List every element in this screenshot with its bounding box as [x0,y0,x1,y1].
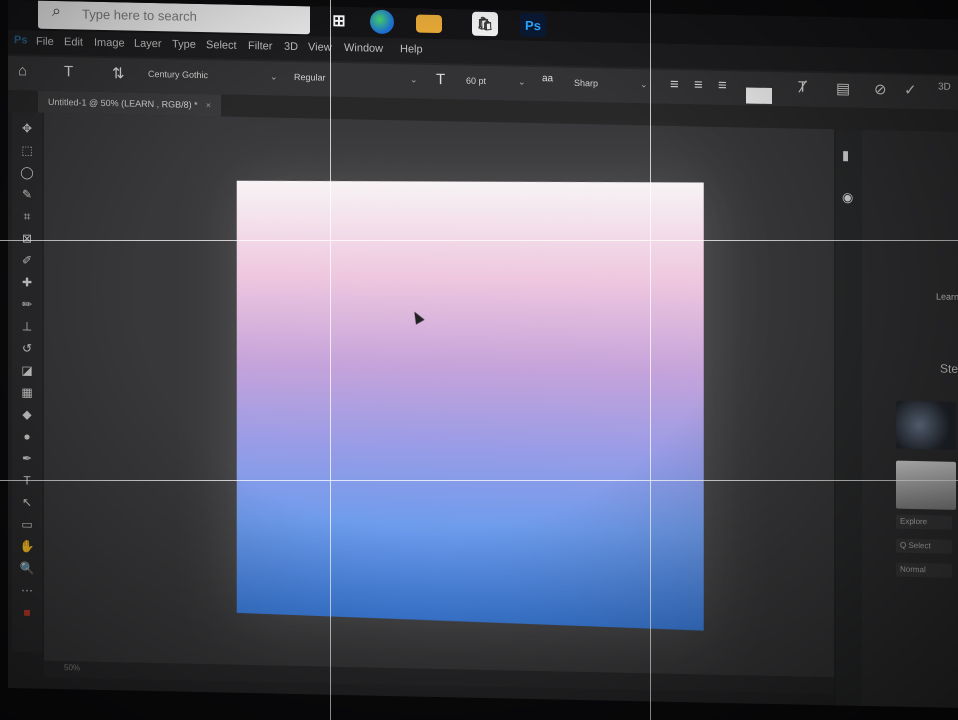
quick-select-button[interactable]: Q Select [896,538,952,554]
antialias-icon: aa [542,73,554,85]
close-icon[interactable]: × [206,100,211,110]
character-panel-icon[interactable]: ▤ [836,79,850,97]
search-placeholder: Type here to search [82,6,197,24]
dodge-icon[interactable]: ● [18,428,36,444]
menu-edit[interactable]: Edit [64,36,83,48]
camera-grid-line [330,0,331,720]
menu-window[interactable]: Window [344,42,383,55]
camera-grid-line [0,240,958,241]
photoshop-taskbar-icon[interactable]: Ps [520,12,546,38]
hand-icon[interactable]: ✋ [18,538,36,554]
blur-icon[interactable]: ◆ [18,406,36,422]
tools-panel: ✥⬚◯✎⌗⊠✐✚✏⊥↺◪▦◆●✒T↖▭✋🔍⋯■ [12,112,42,653]
menu-select[interactable]: Select [206,39,237,52]
commit-check-icon[interactable]: ✓ [904,81,917,99]
mouse-cursor-icon [410,309,425,325]
chevron-down-icon[interactable]: ⌄ [270,71,278,82]
gradient-artboard[interactable] [236,180,704,631]
gradient-icon[interactable]: ▦ [18,384,36,400]
align-center-icon[interactable]: ≡ [694,76,703,93]
lasso-icon[interactable]: ◯ [18,164,36,180]
learn-panel-icon[interactable]: ◉ [842,189,853,205]
menu-layer[interactable]: Layer [134,38,162,51]
chevron-down-icon[interactable]: ⌄ [640,79,648,90]
more-icon[interactable]: ⋯ [18,582,36,598]
canvas-workspace[interactable] [44,112,834,678]
eraser-icon[interactable]: ◪ [18,362,36,378]
stamp-icon[interactable]: ⊥ [18,318,36,334]
home-icon[interactable]: ⌂ [18,62,27,79]
file-explorer-icon[interactable] [416,14,442,34]
frame-icon[interactable]: ⊠ [18,230,36,246]
dock-icon-strip: ▮ ◉ [836,129,862,706]
right-panel-dock: ▮ ◉ Learn Ste Explore Q Select Normal [836,129,958,708]
eyedropper-icon[interactable]: ✐ [18,252,36,268]
quick-select-icon[interactable]: ✎ [18,186,36,202]
blend-mode-select[interactable]: Normal [896,562,952,578]
camera-grid-line [0,480,958,481]
tutorial-thumbnail[interactable] [896,460,956,510]
path-select-icon[interactable]: ↖ [18,494,36,510]
menu-filter[interactable]: Filter [248,40,272,53]
photoshop-screen: ⌕ Type here to search ⊞ 🛍 Ps Ps File Edi… [8,0,958,708]
menu-file[interactable]: File [36,36,54,48]
antialias-select[interactable]: Sharp [574,78,598,89]
cancel-icon[interactable]: ⊘ [874,80,887,98]
chevron-down-icon[interactable]: ⌄ [518,77,526,88]
menu-image[interactable]: Image [94,37,125,50]
align-right-icon[interactable]: ≡ [718,77,727,94]
move-icon[interactable]: ✥ [18,120,36,136]
align-left-icon[interactable]: ≡ [670,76,679,93]
text-orientation-icon[interactable]: ⇅ [112,64,125,82]
menu-view[interactable]: View [308,41,332,53]
font-style-select[interactable]: Regular [294,72,326,83]
colors-icon[interactable]: ■ [18,604,36,620]
history-brush-icon[interactable]: ↺ [18,340,36,356]
text-tool-preset-icon[interactable]: T [64,63,73,80]
learn-panel-label[interactable]: Learn [936,291,958,301]
tutorial-thumbnail[interactable] [896,400,956,450]
shape-icon[interactable]: ▭ [18,516,36,532]
edge-icon[interactable] [370,9,394,35]
brush-icon[interactable]: ✏ [18,296,36,312]
font-size-icon: T [436,70,446,89]
text-color-swatch[interactable] [746,87,772,105]
menu-3d[interactable]: 3D [284,41,298,53]
zoom-level[interactable]: 50% [64,663,80,672]
crop-icon[interactable]: ⌗ [18,208,36,224]
explore-button[interactable]: Explore [896,514,952,530]
warp-text-icon[interactable]: Ⱦ [798,79,807,96]
panel-heading: Ste [940,361,958,376]
menu-type[interactable]: Type [172,38,196,50]
ps-logo-icon: Ps [14,34,28,47]
taskbar-search-box[interactable]: ⌕ Type here to search [38,0,310,35]
menu-help[interactable]: Help [400,43,423,55]
healing-icon[interactable]: ✚ [18,274,36,290]
history-panel-icon[interactable]: ▮ [842,147,849,163]
font-family-select[interactable]: Century Gothic [148,69,208,80]
zoom-icon[interactable]: 🔍 [18,560,36,576]
marquee-icon[interactable]: ⬚ [18,142,36,158]
search-icon: ⌕ [52,2,61,21]
font-size-select[interactable]: 60 pt [466,76,486,86]
store-icon[interactable]: 🛍 [472,11,498,37]
pen-icon[interactable]: ✒ [18,450,36,466]
chevron-down-icon[interactable]: ⌄ [410,74,418,85]
3d-icon[interactable]: 3D [938,81,951,92]
camera-grid-line [650,0,651,720]
document-tab-title: Untitled-1 @ 50% (LEARN , RGB/8) * [48,96,198,110]
